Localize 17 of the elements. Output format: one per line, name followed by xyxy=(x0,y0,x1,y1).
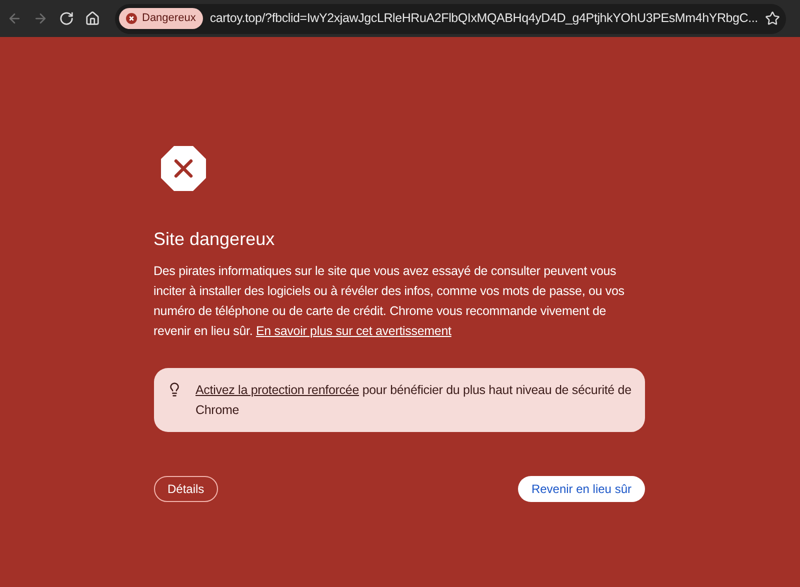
address-bar[interactable]: Dangereux cartoy.top/?fbclid=IwY2xjawJgcLRleHRuA2FlbQIxMQABHq4yD4D_g4PtjhkYOhU3PEsMm4hYRbgC... xyxy=(115,4,786,34)
tip-text: Activez la protection renforcée pour bénéficier du plus haut niveau de sécurité de Chrome xyxy=(196,382,632,419)
bookmark-star-icon[interactable] xyxy=(764,11,780,26)
warning-paragraph: Des pirates informatiques sur le site que vous avez essayé de consulter peuvent vous inciter à installer des logiciels ou à révéler des infos, comme vos mots de passe, ou vos numéro de téléphone ou de carte de crédit. Chrome vous recommande vivement de revenir en lieu sûr. En savoir plus sur cet avertissement xyxy=(154,263,626,340)
details-button[interactable]: Détails xyxy=(154,476,218,502)
learn-more-link[interactable]: En savoir plus sur cet avertissement xyxy=(256,324,452,338)
back-to-safety-button[interactable]: Revenir en lieu sûr xyxy=(518,476,644,502)
url-text: cartoy.top/?fbclid=IwY2xjawJgcLRleHRuA2FlbQIxMQABHq4yD4D_g4PtjhkYOhU3PEsMm4hYRbgC... xyxy=(210,10,758,28)
back-icon xyxy=(6,11,22,26)
error-octagon-icon xyxy=(160,146,206,191)
reload-icon xyxy=(59,11,74,26)
enhanced-protection-link[interactable]: Activez la protection renforcée xyxy=(196,383,359,397)
home-icon xyxy=(85,11,100,26)
forward-icon xyxy=(32,11,48,26)
security-chip[interactable]: Dangereux xyxy=(119,8,203,29)
page-title: Site dangereux xyxy=(154,228,276,251)
error-icon xyxy=(126,13,137,24)
